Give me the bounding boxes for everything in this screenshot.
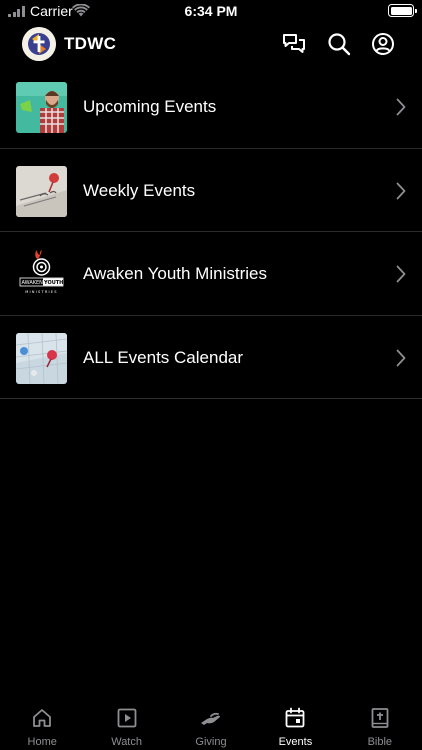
list-item-label: Upcoming Events [83, 97, 217, 116]
giving-hand-icon [199, 706, 223, 730]
chevron-right-icon [396, 182, 406, 200]
clock: 6:34 PM [184, 3, 238, 19]
search-icon[interactable] [326, 31, 352, 57]
svg-text:YOUTH: YOUTH [43, 280, 63, 286]
battery-icon [388, 4, 417, 17]
list-item-label: ALL Events Calendar [83, 347, 244, 367]
tab-watch[interactable]: Watch [84, 700, 168, 750]
upcoming-events-thumbnail [16, 82, 67, 133]
list-item-awaken-youth-ministries[interactable]: AWAKEN YOUTH MINISTRIES Awaken Youth Min… [0, 232, 422, 316]
bible-icon [368, 706, 392, 730]
home-icon [30, 706, 54, 730]
tab-events[interactable]: Events [253, 700, 337, 750]
app-title: TDWC [64, 34, 117, 53]
tab-bar: Home Watch Giving Events Bible [0, 700, 422, 750]
chevron-right-icon [396, 265, 406, 283]
play-icon [115, 706, 139, 730]
all-events-calendar-thumbnail [16, 332, 67, 384]
tab-label: Home [27, 736, 57, 748]
events-list: Upcoming Events Weekly Events AWAKEN YOU… [0, 65, 422, 399]
list-item-label: Weekly Events [83, 180, 196, 200]
tab-label: Giving [195, 736, 227, 748]
list-item-label: Awaken Youth Ministries [83, 264, 267, 283]
list-item-all-events-calendar[interactable]: ALL Events Calendar [0, 316, 422, 399]
app-header: TDWC [0, 24, 422, 64]
calendar-icon [283, 706, 307, 730]
weekly-events-thumbnail [16, 165, 67, 217]
tab-home[interactable]: Home [0, 700, 84, 750]
tab-label: Watch [111, 736, 142, 748]
svg-text:MINISTRIES: MINISTRIES [25, 290, 58, 294]
tab-bible[interactable]: Bible [338, 700, 422, 750]
chat-icon[interactable] [281, 31, 307, 57]
chevron-right-icon [396, 98, 406, 116]
svg-text:AWAKEN: AWAKEN [22, 280, 44, 286]
tab-label: Bible [367, 736, 393, 748]
list-item-upcoming-events[interactable]: Upcoming Events [0, 65, 422, 149]
status-bar: Carrier 6:34 PM [0, 0, 422, 22]
tab-label: Events [278, 736, 313, 748]
list-item-weekly-events[interactable]: Weekly Events [0, 149, 422, 232]
account-icon[interactable] [370, 31, 396, 57]
chevron-right-icon [396, 349, 406, 367]
awaken-youth-logo-thumbnail: AWAKEN YOUTH MINISTRIES [16, 249, 67, 300]
tab-giving[interactable]: Giving [169, 700, 253, 750]
church-logo[interactable] [22, 27, 56, 61]
